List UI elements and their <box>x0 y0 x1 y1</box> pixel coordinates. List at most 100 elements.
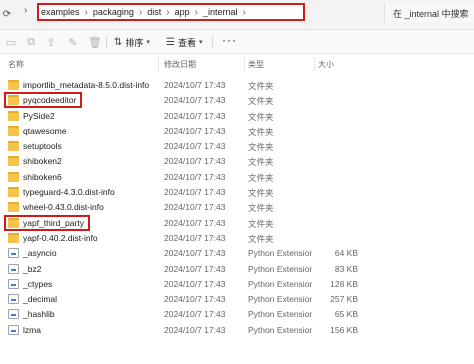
new-folder-icon[interactable]: ▭ <box>4 35 18 49</box>
file-row[interactable]: PySide2 2024/10/7 17:43 文件夹 <box>0 109 474 124</box>
breadcrumb-internal[interactable]: _internal <box>203 7 238 17</box>
file-date: 2024/10/7 17:43 <box>164 110 226 121</box>
file-date: 2024/10/7 17:43 <box>164 324 226 335</box>
file-name: _bz2 <box>23 263 42 274</box>
rename-icon[interactable]: ✎ <box>66 35 80 49</box>
column-divider[interactable] <box>244 57 245 71</box>
file-name: wheel-0.43.0.dist-info <box>23 202 104 213</box>
file-name: pyqcodeeditor <box>23 95 77 106</box>
file-date: 2024/10/7 17:43 <box>164 95 226 106</box>
file-row[interactable]: typeguard-4.3.0.dist-info 2024/10/7 17:43… <box>0 185 474 200</box>
file-row[interactable]: yapf-0.40.2.dist-info 2024/10/7 17:43 文件夹 <box>0 231 474 246</box>
file-list: importlib_metadata-8.5.0.dist-info 2024/1… <box>0 78 474 338</box>
chevron-right-icon[interactable]: › <box>139 7 142 18</box>
breadcrumb[interactable]: examples › packaging › dist › app › _int… <box>37 3 305 21</box>
column-date[interactable]: 修改日期 <box>164 59 196 70</box>
folder-icon <box>8 217 19 228</box>
file-type: 文件夹 <box>248 81 274 91</box>
file-date: 2024/10/7 17:43 <box>164 309 226 320</box>
file-name: PySide2 <box>23 110 55 121</box>
python-file-icon <box>8 263 19 274</box>
column-size[interactable]: 大小 <box>318 59 334 70</box>
copy-icon[interactable]: ⧉ <box>24 35 38 49</box>
file-name: qtawesome <box>23 125 67 136</box>
file-type: 文件夹 <box>248 126 274 137</box>
file-date: 2024/10/7 17:43 <box>164 141 226 152</box>
more-options-button[interactable]: ··· <box>222 33 237 47</box>
view-button[interactable]: ☰ 查看 ▾ <box>166 34 203 50</box>
chevron-down-icon: ▾ <box>198 39 203 46</box>
file-row[interactable]: shiboken2 2024/10/7 17:43 文件夹 <box>0 154 474 169</box>
sort-label: 排序 <box>125 37 144 48</box>
folder-icon <box>8 202 19 213</box>
column-header: 名称 修改日期 类型 大小 <box>0 57 474 71</box>
file-row[interactable]: shiboken6 2024/10/7 17:43 文件夹 <box>0 170 474 185</box>
chevron-right-icon[interactable]: › <box>85 7 88 18</box>
file-row[interactable]: lzma2024/10/7 17:43Python Extension...15… <box>0 323 474 338</box>
folder-icon <box>8 187 19 198</box>
file-row[interactable]: setuptools 2024/10/7 17:43 文件夹 <box>0 139 474 154</box>
file-date: 2024/10/7 17:43 <box>164 171 226 182</box>
file-name: importlib_metadata-8.5.0.dist-info <box>23 80 150 90</box>
refresh-icon[interactable]: ⟳ <box>0 3 14 25</box>
sort-icon: ⇅ <box>114 36 123 48</box>
file-name: yapf-0.40.2.dist-info <box>23 232 98 243</box>
breadcrumb-examples[interactable]: examples <box>41 7 80 17</box>
view-label: 查看 <box>177 37 196 48</box>
file-name: yapf_third_party <box>23 217 84 228</box>
file-row[interactable]: wheel-0.43.0.dist-info 2024/10/7 17:43 文件夹 <box>0 200 474 215</box>
file-size: 64 KB <box>334 248 358 259</box>
breadcrumb-packaging[interactable]: packaging <box>93 7 134 17</box>
file-type: 文件夹 <box>248 96 274 107</box>
folder-icon <box>8 80 19 90</box>
breadcrumb-app[interactable]: app <box>175 7 190 17</box>
search-input[interactable]: 在 _internal 中搜索 <box>384 3 474 23</box>
file-row[interactable]: _ctypes2024/10/7 17:43Python Extension..… <box>0 277 474 292</box>
sort-button[interactable]: ⇅ 排序 ▾ <box>114 34 150 50</box>
chevron-down-icon: ▾ <box>146 39 150 46</box>
share-icon[interactable]: ⇪ <box>44 35 58 49</box>
file-row[interactable]: qtawesome 2024/10/7 17:43 文件夹 <box>0 124 474 139</box>
python-file-icon <box>8 294 19 305</box>
view-icon: ☰ <box>166 36 175 48</box>
python-file-icon <box>8 324 19 335</box>
file-date: 2024/10/7 17:43 <box>164 80 226 90</box>
file-row[interactable]: _bz22024/10/7 17:43Python Extension...83… <box>0 262 474 277</box>
column-divider[interactable] <box>158 57 159 71</box>
folder-icon <box>8 110 19 121</box>
python-file-icon <box>8 309 19 320</box>
breadcrumb-dist[interactable]: dist <box>147 7 161 17</box>
chevron-right-icon[interactable]: › <box>243 7 246 18</box>
delete-icon[interactable]: 🗑 <box>88 35 102 49</box>
file-row[interactable]: _hashlib2024/10/7 17:43Python Extension.… <box>0 307 474 322</box>
folder-icon <box>8 125 19 136</box>
file-name: _decimal <box>23 294 58 305</box>
file-name: _ctypes <box>23 278 53 289</box>
file-row[interactable]: _decimal2024/10/7 17:43Python Extension.… <box>0 292 474 307</box>
file-name: _hashlib <box>23 309 55 320</box>
column-type[interactable]: 类型 <box>248 59 264 70</box>
file-size: 128 KB <box>330 278 358 289</box>
chevron-right-icon[interactable]: › <box>195 7 198 18</box>
python-file-icon <box>8 248 19 259</box>
file-name: lzma <box>23 324 41 335</box>
file-row[interactable]: pyqcodeeditor 2024/10/7 17:43 文件夹 <box>0 92 474 109</box>
file-name: shiboken6 <box>23 171 62 182</box>
file-date: 2024/10/7 17:43 <box>164 248 226 259</box>
file-type: 文件夹 <box>248 111 274 122</box>
file-date: 2024/10/7 17:43 <box>164 232 226 243</box>
address-bar-row: ⟳ › examples › packaging › dist › app › … <box>0 0 474 30</box>
file-name: typeguard-4.3.0.dist-info <box>23 187 115 198</box>
file-row[interactable]: _asyncio2024/10/7 17:43Python Extension.… <box>0 246 474 261</box>
file-row[interactable]: yapf_third_party 2024/10/7 17:43 文件夹 <box>0 214 474 231</box>
file-type: 文件夹 <box>248 233 274 244</box>
file-type: 文件夹 <box>248 172 274 183</box>
file-type: 文件夹 <box>248 218 274 229</box>
file-date: 2024/10/7 17:43 <box>164 202 226 213</box>
file-row[interactable]: importlib_metadata-8.5.0.dist-info 2024/1… <box>0 78 474 93</box>
column-name[interactable]: 名称 <box>8 59 24 70</box>
file-type: 文件夹 <box>248 142 274 153</box>
chevron-right-icon[interactable]: › <box>24 5 27 16</box>
chevron-right-icon[interactable]: › <box>166 7 169 18</box>
column-divider[interactable] <box>314 57 315 71</box>
